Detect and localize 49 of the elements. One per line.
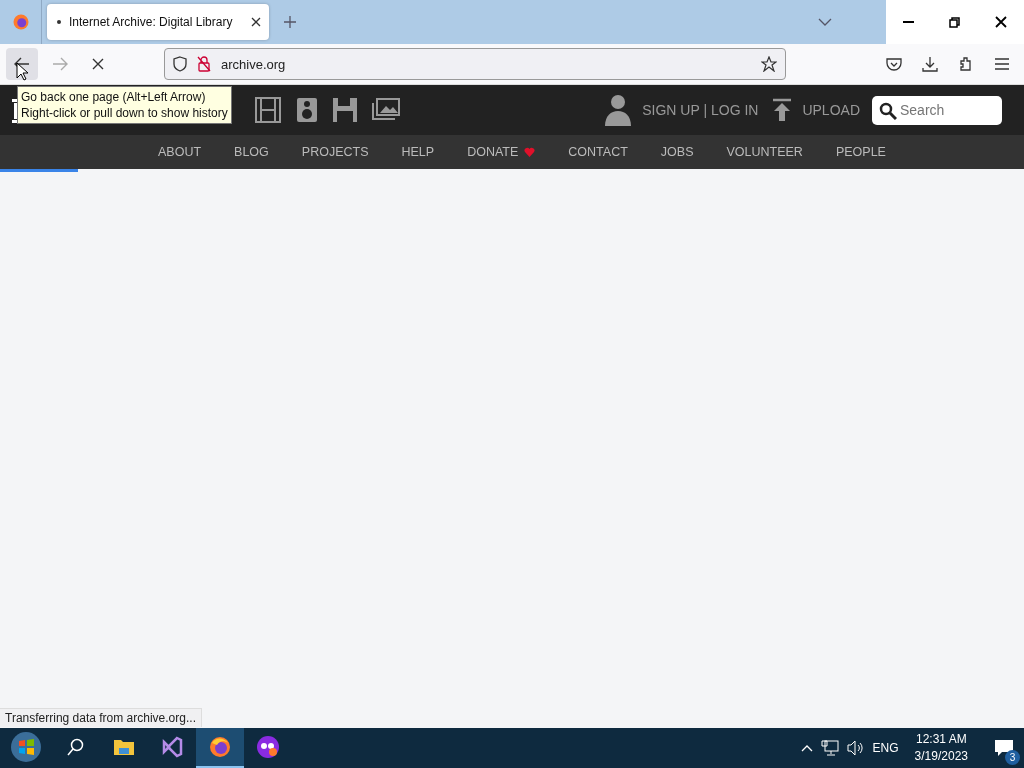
- chevron-down-icon[interactable]: [818, 18, 832, 26]
- film-icon[interactable]: [254, 97, 282, 123]
- nav-link[interactable]: HELP: [401, 145, 435, 159]
- nav-link[interactable]: PEOPLE: [835, 145, 886, 159]
- nav-link[interactable]: DONATE: [467, 145, 536, 159]
- star-icon[interactable]: [761, 56, 777, 72]
- mouse-pointer-icon: [16, 62, 28, 81]
- upload-icon[interactable]: [772, 98, 793, 122]
- browser-tab[interactable]: Internet Archive: Digital Library: [47, 4, 269, 40]
- images-icon[interactable]: [372, 97, 400, 121]
- search-icon[interactable]: [67, 738, 85, 756]
- nav-link[interactable]: BLOG: [234, 145, 269, 159]
- nav-link[interactable]: CONTACT: [568, 145, 628, 159]
- nav-link[interactable]: PROJECTS: [301, 145, 369, 159]
- shield-icon[interactable]: [173, 56, 187, 72]
- search-field[interactable]: Search: [872, 95, 1002, 125]
- folder-icon: [113, 737, 135, 757]
- notification-count: 3: [1005, 750, 1020, 765]
- upload-link[interactable]: UPLOAD: [802, 102, 860, 118]
- sign-up-log-in-link[interactable]: SIGN UP | LOG IN: [642, 102, 759, 118]
- speaker-icon[interactable]: [846, 740, 865, 756]
- search-icon: [879, 101, 897, 120]
- nav-link[interactable]: JOBS: [660, 145, 694, 159]
- clock[interactable]: 12:31 AM 3/19/2023: [914, 731, 968, 765]
- lock-icon[interactable]: [197, 56, 211, 72]
- restore-icon[interactable]: [949, 16, 960, 28]
- puzzle-piece-icon[interactable]: [958, 56, 974, 72]
- close-icon[interactable]: [251, 17, 261, 27]
- person-icon[interactable]: [604, 94, 633, 126]
- minimize-icon[interactable]: [903, 21, 915, 23]
- new-tab-icon[interactable]: [283, 15, 297, 29]
- heart-icon: [524, 147, 536, 157]
- stop-icon[interactable]: [92, 58, 104, 70]
- language-indicator[interactable]: ENG: [872, 741, 899, 755]
- firefox-icon: [208, 735, 232, 759]
- status-text: Transferring data from archive.org...: [0, 708, 202, 727]
- tooltip: Go back one page (Alt+Left Arrow) Right-click or pull down to show history: [17, 86, 232, 124]
- download-icon[interactable]: [922, 56, 938, 72]
- start-orb-icon[interactable]: [10, 731, 42, 763]
- menu-icon[interactable]: [994, 58, 1010, 70]
- pocket-icon[interactable]: [886, 57, 902, 71]
- nav-link[interactable]: ABOUT: [158, 145, 202, 159]
- address-bar[interactable]: archive.org: [164, 48, 786, 80]
- chevron-up-icon[interactable]: [800, 744, 813, 752]
- nav-link[interactable]: VOLUNTEER: [726, 145, 803, 159]
- close-icon[interactable]: [994, 16, 1007, 28]
- network-icon[interactable]: [820, 740, 839, 756]
- firefox-icon[interactable]: [11, 13, 30, 31]
- speaker-icon[interactable]: [296, 97, 318, 123]
